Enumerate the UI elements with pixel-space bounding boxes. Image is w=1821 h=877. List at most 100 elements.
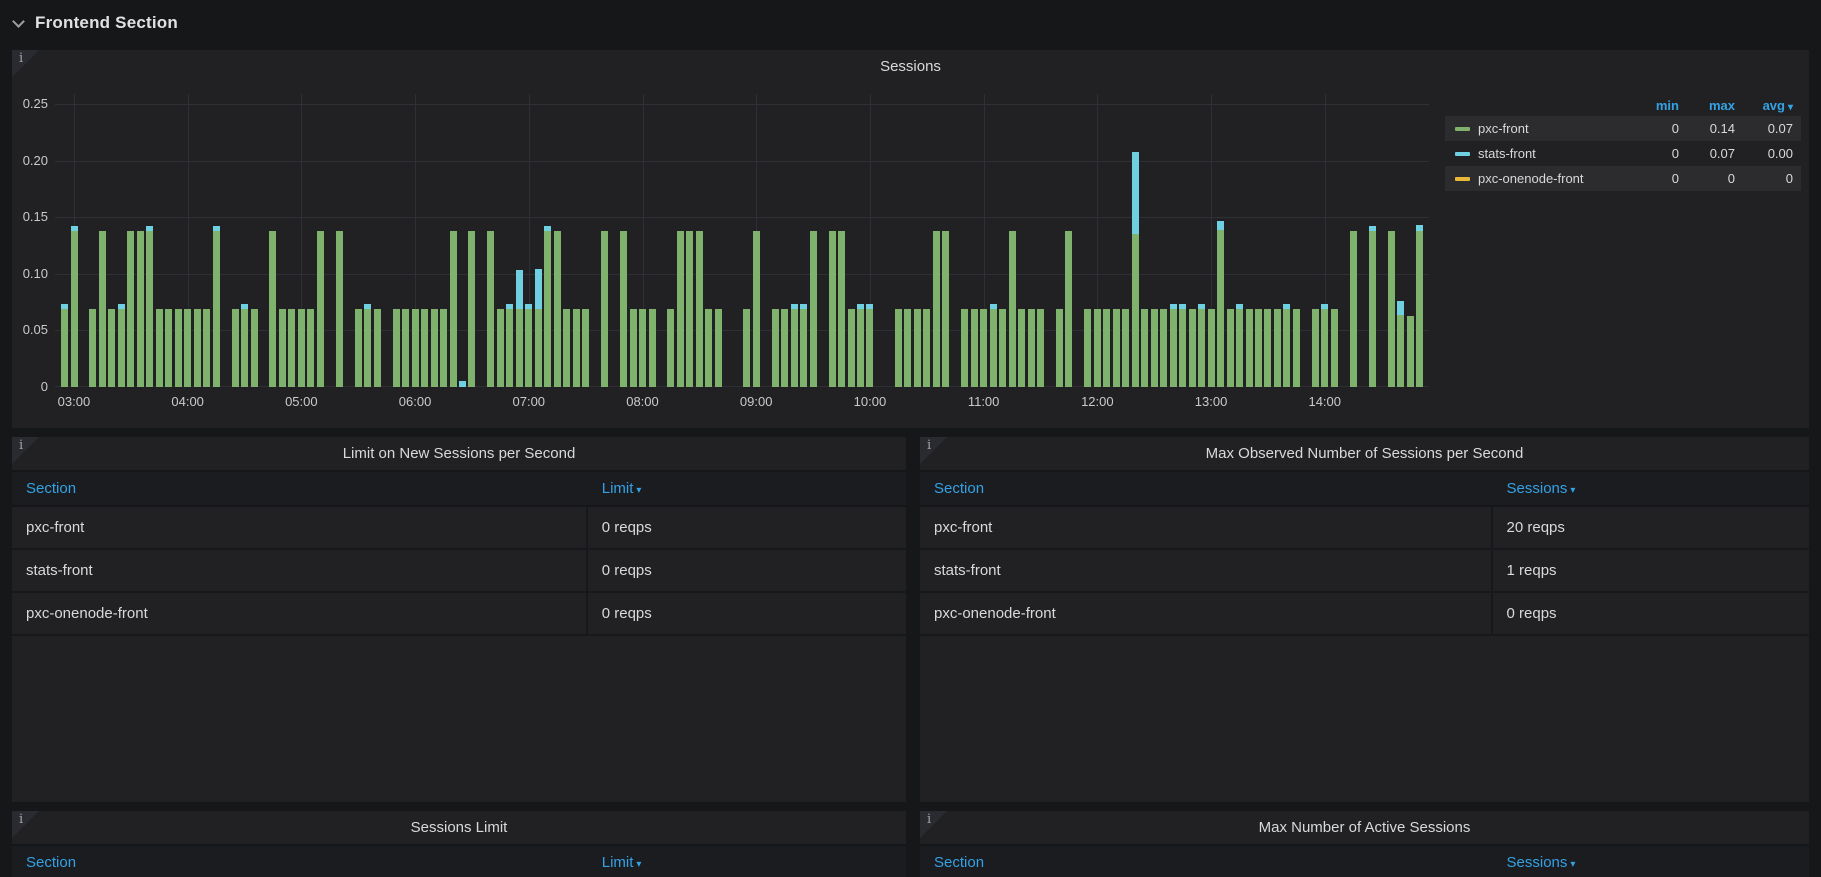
bar-stats-front [70,226,78,231]
column-header-limit[interactable]: Limit ▾ [588,854,906,871]
legend-sort-min[interactable]: min [1627,98,1679,113]
bar-stats-front [117,304,125,309]
bar-pxc-front [203,308,211,387]
bar-pxc-front [856,308,864,387]
bar-pxc-front [411,308,419,387]
sort-desc-icon: ▾ [1570,485,1576,496]
bar-stats-front [1321,304,1329,309]
bar-pxc-front [894,308,902,387]
section-row-header[interactable]: Frontend Section [0,0,1821,46]
bar-stats-front [800,304,808,309]
panel-title[interactable]: Sessions Limit [12,811,906,844]
x-axis-tick: 03:00 [57,394,91,409]
legend-color-swatch[interactable] [1455,126,1470,131]
bar-pxc-front [392,308,400,387]
bar-pxc-front [923,308,931,387]
bar-pxc-front [1122,308,1130,387]
bar-pxc-front [743,308,751,387]
bar-pxc-front [980,308,988,387]
bar-pxc-front [61,308,68,387]
bar-pxc-front [1188,308,1196,387]
bar-stats-front [1131,151,1139,235]
table-cell: 20 reqps [1506,519,1565,536]
table-header: Section Limit ▾ [12,470,906,507]
bar-pxc-front [1207,308,1215,387]
legend-stat-value: 0 [1727,171,1735,186]
legend-color-swatch[interactable] [1455,176,1470,181]
bar-pxc-front [582,308,590,387]
column-header-section[interactable]: Section [920,854,1493,871]
bar-pxc-front [430,308,438,387]
bar-pxc-front [297,308,305,387]
bar-pxc-front [1330,308,1338,387]
bar-pxc-front [828,230,836,387]
bar-pxc-front [288,308,296,387]
bar-pxc-front [705,308,713,387]
column-header-sessions[interactable]: Sessions ▾ [1493,854,1809,871]
bar-pxc-front [676,230,684,387]
legend-stat-value: 0.07 [1709,146,1735,161]
bar-pxc-front [1141,308,1149,387]
x-axis-tick: 04:00 [171,394,204,409]
bar-pxc-front [553,230,561,387]
bar-pxc-front [1198,308,1206,387]
column-header-section[interactable]: Section [920,480,1493,497]
bar-pxc-front [809,230,817,387]
x-axis-tick: 14:00 [1308,394,1342,409]
bar-pxc-front [970,308,978,387]
legend-sort-avg[interactable]: avg ▾ [1735,98,1793,113]
table-body: pxc-front 20 reqps stats-front 1 reqps pxc-o… [920,507,1809,636]
bar-pxc-front [1018,308,1025,387]
bar-pxc-front [146,230,154,387]
bar-stats-front [1217,220,1224,230]
bar-pxc-front [1008,230,1016,387]
bar-stats-front [1416,225,1423,231]
bar-pxc-front [1387,230,1395,387]
column-header-limit[interactable]: Limit ▾ [588,480,906,497]
table-cell: pxc-onenode-front [12,593,588,634]
legend-series-pxc-front[interactable]: pxc-front [1455,121,1627,136]
panel-title-sessions[interactable]: Sessions [12,50,1809,83]
column-header-section[interactable]: Section [12,480,588,497]
bar-stats-front [1283,304,1291,309]
bar-stats-front [1169,304,1177,309]
bar-pxc-front [335,230,343,387]
bar-pxc-front [487,230,495,387]
table-row: pxc-front 0 reqps [12,507,906,550]
bar-pxc-front [1321,308,1329,387]
legend-color-swatch[interactable] [1455,151,1470,156]
table-cell: 1 reqps [1506,562,1557,579]
sessions-bar-chart [55,94,1429,387]
bar-stats-front [534,269,542,309]
bar-pxc-front [1416,230,1423,387]
column-header-section[interactable]: Section [12,854,588,871]
bar-stats-front [506,304,514,309]
bar-pxc-front [184,308,192,387]
table-cell: pxc-onenode-front [920,593,1493,634]
bar-pxc-front [1397,314,1405,387]
bar-pxc-front [364,308,372,387]
bar-stats-front [525,304,533,309]
bar-pxc-front [1236,308,1243,387]
panel-title[interactable]: Limit on New Sessions per Second [12,437,906,470]
table-cell: 0 reqps [601,605,652,622]
legend-stat-value: 0 [1785,171,1793,186]
column-header-sessions[interactable]: Sessions ▾ [1493,480,1809,497]
legend-series-pxc-onenode-front[interactable]: pxc-onenode-front [1455,171,1627,186]
panel-title[interactable]: Max Observed Number of Sessions per Seco… [920,437,1809,470]
bar-pxc-front [1160,308,1168,387]
panel-max-observed-sessions: i Max Observed Number of Sessions per Se… [920,437,1809,802]
legend-stat-value: 0 [1671,171,1679,186]
dashboard: Frontend Section i Sessions min max avg ▾ px… [0,0,1821,877]
table-cell: 0 reqps [601,562,652,579]
bar-pxc-front [1273,308,1281,387]
table-header: Section Sessions ▾ [920,844,1809,877]
y-axis-tick: 0.25 [22,96,48,111]
legend-header: min max avg ▾ [1445,94,1801,116]
bar-stats-front [856,304,864,309]
legend-series-stats-front[interactable]: stats-front [1455,146,1627,161]
panel-title[interactable]: Max Number of Active Sessions [920,811,1809,844]
legend-stat-value: 0.14 [1709,121,1735,136]
legend-sort-max[interactable]: max [1679,98,1735,113]
bar-stats-front [146,226,154,231]
